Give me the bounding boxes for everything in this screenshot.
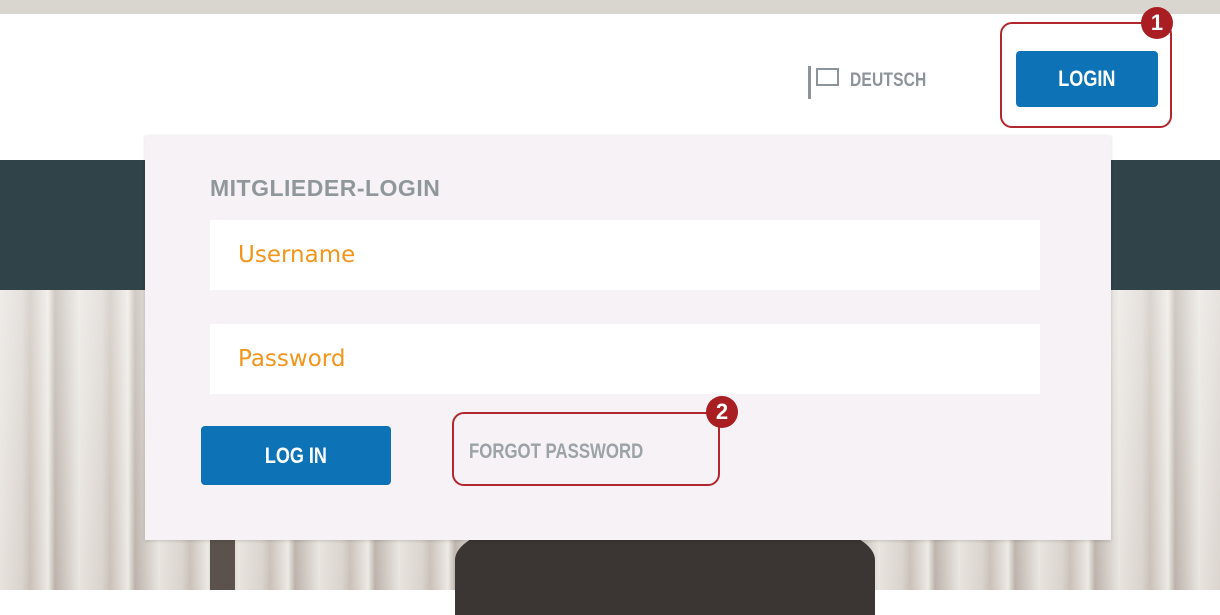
log-in-button[interactable]: LOG IN — [201, 426, 391, 485]
step-badge-2: 2 — [706, 396, 738, 428]
highlight-login-button — [1000, 22, 1172, 128]
language-label: DEUTSCH — [850, 70, 927, 91]
password-input[interactable] — [210, 324, 1040, 394]
top-divider — [0, 0, 1220, 14]
flag-icon — [808, 66, 839, 99]
log-in-label: LOG IN — [264, 442, 328, 468]
step-badge-1: 1 — [1141, 7, 1173, 39]
language-switcher[interactable]: DEUTSCH — [808, 63, 943, 99]
highlight-forgot-password — [452, 412, 720, 486]
panel-title: MITGLIEDER-LOGIN — [210, 175, 441, 201]
username-input[interactable] — [210, 220, 1040, 290]
